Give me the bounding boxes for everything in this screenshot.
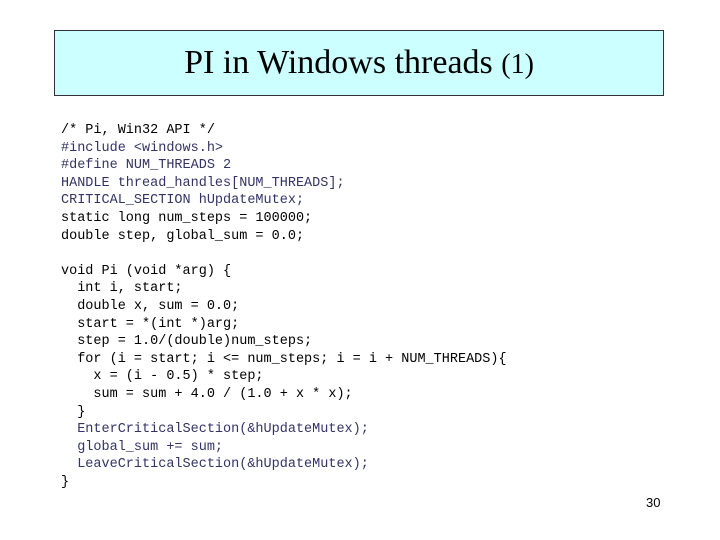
code-line: void Pi (void *arg) {	[61, 263, 232, 279]
code-line: HANDLE thread_handles[NUM_THREADS];	[61, 175, 345, 191]
code-line: CRITICAL_SECTION hUpdateMutex;	[61, 193, 305, 209]
slide-title-text: PI in Windows threads	[184, 44, 493, 81]
code-line: int i, start;	[61, 281, 183, 297]
code-line: LeaveCriticalSection(&hUpdateMutex);	[61, 457, 369, 473]
code-line: start = *(int *)arg;	[61, 316, 240, 332]
code-line: }	[61, 474, 70, 490]
code-line: step = 1.0/(double)num_steps;	[61, 334, 313, 350]
code-line: double step, global_sum = 0.0;	[61, 228, 305, 244]
code-line: EnterCriticalSection(&hUpdateMutex);	[61, 422, 369, 438]
code-line: }	[61, 404, 86, 420]
page-number: 30	[646, 495, 661, 510]
code-line: static long num_steps = 100000;	[61, 210, 313, 226]
slide-title: PI in Windows threads (1)	[184, 44, 534, 82]
code-line: sum = sum + 4.0 / (1.0 + x * x);	[61, 386, 353, 402]
code-line: x = (i - 0.5) * step;	[61, 369, 264, 385]
code-line: /* Pi, Win32 API */	[61, 123, 215, 138]
code-line: global_sum += sum;	[61, 439, 224, 455]
title-box: PI in Windows threads (1)	[54, 30, 664, 96]
code-line: double x, sum = 0.0;	[61, 298, 240, 314]
code-line: for (i = start; i <= num_steps; i = i + …	[61, 351, 507, 367]
slide-title-suffix: (1)	[501, 49, 534, 80]
code-block: /* Pi, Win32 API */ #include <windows.h> #…	[61, 122, 507, 491]
code-line: #include <windows.h>	[61, 140, 224, 156]
code-line: #define NUM_THREADS 2	[61, 158, 232, 174]
